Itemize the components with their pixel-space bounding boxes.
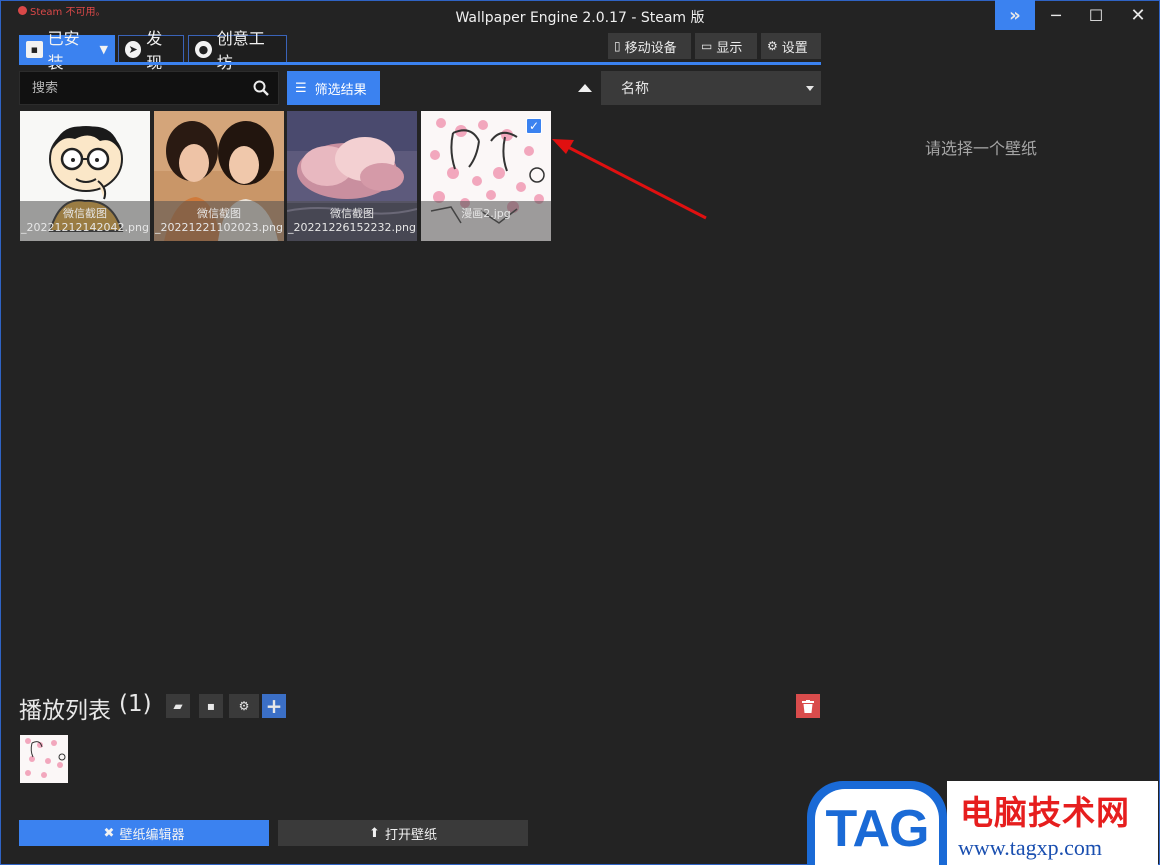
- playlist-heading: 播放列表 (1): [19, 691, 152, 725]
- gear-icon: ⚙: [767, 39, 778, 53]
- expand-panel-button[interactable]: »: [995, 0, 1035, 30]
- close-button[interactable]: ✕: [1118, 0, 1158, 30]
- annotation-arrow-icon: [552, 139, 707, 220]
- tab-workshop[interactable]: ● 创意工坊: [188, 29, 287, 72]
- wallpaper-filename: _20221221102023.png: [155, 221, 283, 234]
- playlist-count: (1): [119, 691, 152, 717]
- tab-installed[interactable]: ▪ 已安装 ▼: [19, 29, 115, 72]
- wallpaper-item-selected[interactable]: 漫画2.jpg ✓: [421, 111, 551, 241]
- maximize-button[interactable]: ☐: [1076, 0, 1116, 30]
- playlist-settings-button[interactable]: ⚙: [229, 694, 259, 718]
- watermark-logo: TAG: [807, 781, 947, 865]
- chevron-down-icon: [806, 86, 814, 91]
- mobile-label: 移动设备: [624, 40, 677, 56]
- window-title: Wallpaper Engine 2.0.17 - Steam 版: [455, 10, 705, 26]
- maximize-icon: ☐: [1088, 5, 1104, 25]
- open-wallpaper-label: 打开壁纸: [384, 827, 437, 843]
- minimize-icon: ─: [1051, 5, 1061, 25]
- display-button[interactable]: ▭ 显示: [695, 33, 757, 59]
- tools-icon: ✖: [103, 825, 115, 841]
- display-label: 显示: [716, 40, 743, 56]
- filter-results-button[interactable]: ☰ 筛选结果: [287, 71, 380, 105]
- tab-discover[interactable]: ➤ 发现: [118, 29, 184, 72]
- wallpaper-title: 微信截图: [197, 207, 241, 220]
- monitor-icon: ▭: [701, 39, 713, 53]
- load-playlist-button[interactable]: ▰: [166, 694, 190, 718]
- wallpaper-caption: 微信截图 _20221212142042.png: [20, 201, 150, 241]
- save-playlist-button[interactable]: ▪: [199, 694, 223, 718]
- no-wallpaper-selected-text: 请选择一个壁纸: [924, 139, 1037, 158]
- wallpaper-item[interactable]: 微信截图 _20221212142042.png: [20, 111, 150, 241]
- watermark-site-name: 电脑技术网: [960, 793, 1130, 832]
- wallpaper-title: 微信截图: [63, 207, 107, 220]
- steam-icon: ●: [195, 40, 212, 58]
- upload-icon: ⬆: [369, 825, 380, 841]
- mobile-devices-button[interactable]: ▯ 移动设备: [608, 33, 691, 59]
- minimize-button[interactable]: ─: [1036, 0, 1076, 30]
- settings-label: 设置: [781, 40, 808, 56]
- wallpaper-filename: _20221212142042.png: [21, 221, 149, 234]
- clear-playlist-button[interactable]: [796, 694, 820, 718]
- filter-list-icon: ☰: [295, 80, 307, 96]
- wallpaper-caption: 漫画2.jpg: [421, 201, 551, 241]
- tab-discover-label: 发现: [146, 29, 163, 72]
- wallpaper-caption: 微信截图 _20221221102023.png: [154, 201, 284, 241]
- watermark-url: www.tagxp.com: [958, 835, 1102, 860]
- wallpaper-title: 微信截图: [330, 207, 374, 220]
- wallpaper-filename: 漫画2.jpg: [461, 207, 511, 220]
- chevron-down-icon: ▼: [99, 42, 108, 56]
- tab-underline: [19, 62, 821, 65]
- tab-workshop-label: 创意工坊: [216, 29, 265, 72]
- search-box: [19, 71, 279, 105]
- wallpaper-item[interactable]: 微信截图 _20221221102023.png: [154, 111, 284, 241]
- folder-open-icon: ▰: [173, 699, 183, 713]
- filter-label: 筛选结果: [314, 82, 367, 98]
- save-icon: ▪: [26, 40, 43, 58]
- close-icon: ✕: [1130, 4, 1146, 26]
- gears-icon: ⚙: [238, 699, 250, 713]
- plus-icon: +: [265, 694, 283, 718]
- save-icon: ▪: [206, 699, 216, 713]
- search-input[interactable]: [20, 72, 245, 104]
- playlist-item-thumbnail[interactable]: [20, 735, 68, 783]
- tab-installed-label: 已安装: [47, 29, 80, 72]
- wallpaper-filename: _20221226152232.png: [288, 221, 416, 234]
- wallpaper-editor-label: 壁纸编辑器: [119, 827, 185, 843]
- double-chevron-icon: »: [1009, 4, 1021, 26]
- settings-button[interactable]: ⚙ 设置: [761, 33, 821, 59]
- add-to-playlist-button[interactable]: +: [262, 694, 286, 718]
- sort-selected-value: 名称: [621, 81, 649, 97]
- checkmark-icon: ✓: [528, 119, 540, 133]
- compass-icon: ➤: [125, 40, 142, 58]
- sort-direction-toggle[interactable]: [578, 84, 592, 92]
- trash-icon: [802, 699, 814, 713]
- watermark-logo-text: TAG: [815, 789, 939, 865]
- playlist-title: 播放列表: [19, 698, 111, 724]
- open-wallpaper-button[interactable]: ⬆ 打开壁纸: [278, 820, 528, 846]
- playlist-wallpaper-image: [20, 735, 68, 783]
- wallpaper-item[interactable]: 微信截图 _20221226152232.png: [287, 111, 417, 241]
- search-icon[interactable]: [253, 80, 269, 96]
- wallpaper-editor-button[interactable]: ✖ 壁纸编辑器: [19, 820, 269, 846]
- phone-icon: ▯: [614, 39, 621, 53]
- wallpaper-caption: 微信截图 _20221226152232.png: [287, 201, 417, 241]
- sort-select[interactable]: 名称: [601, 71, 821, 105]
